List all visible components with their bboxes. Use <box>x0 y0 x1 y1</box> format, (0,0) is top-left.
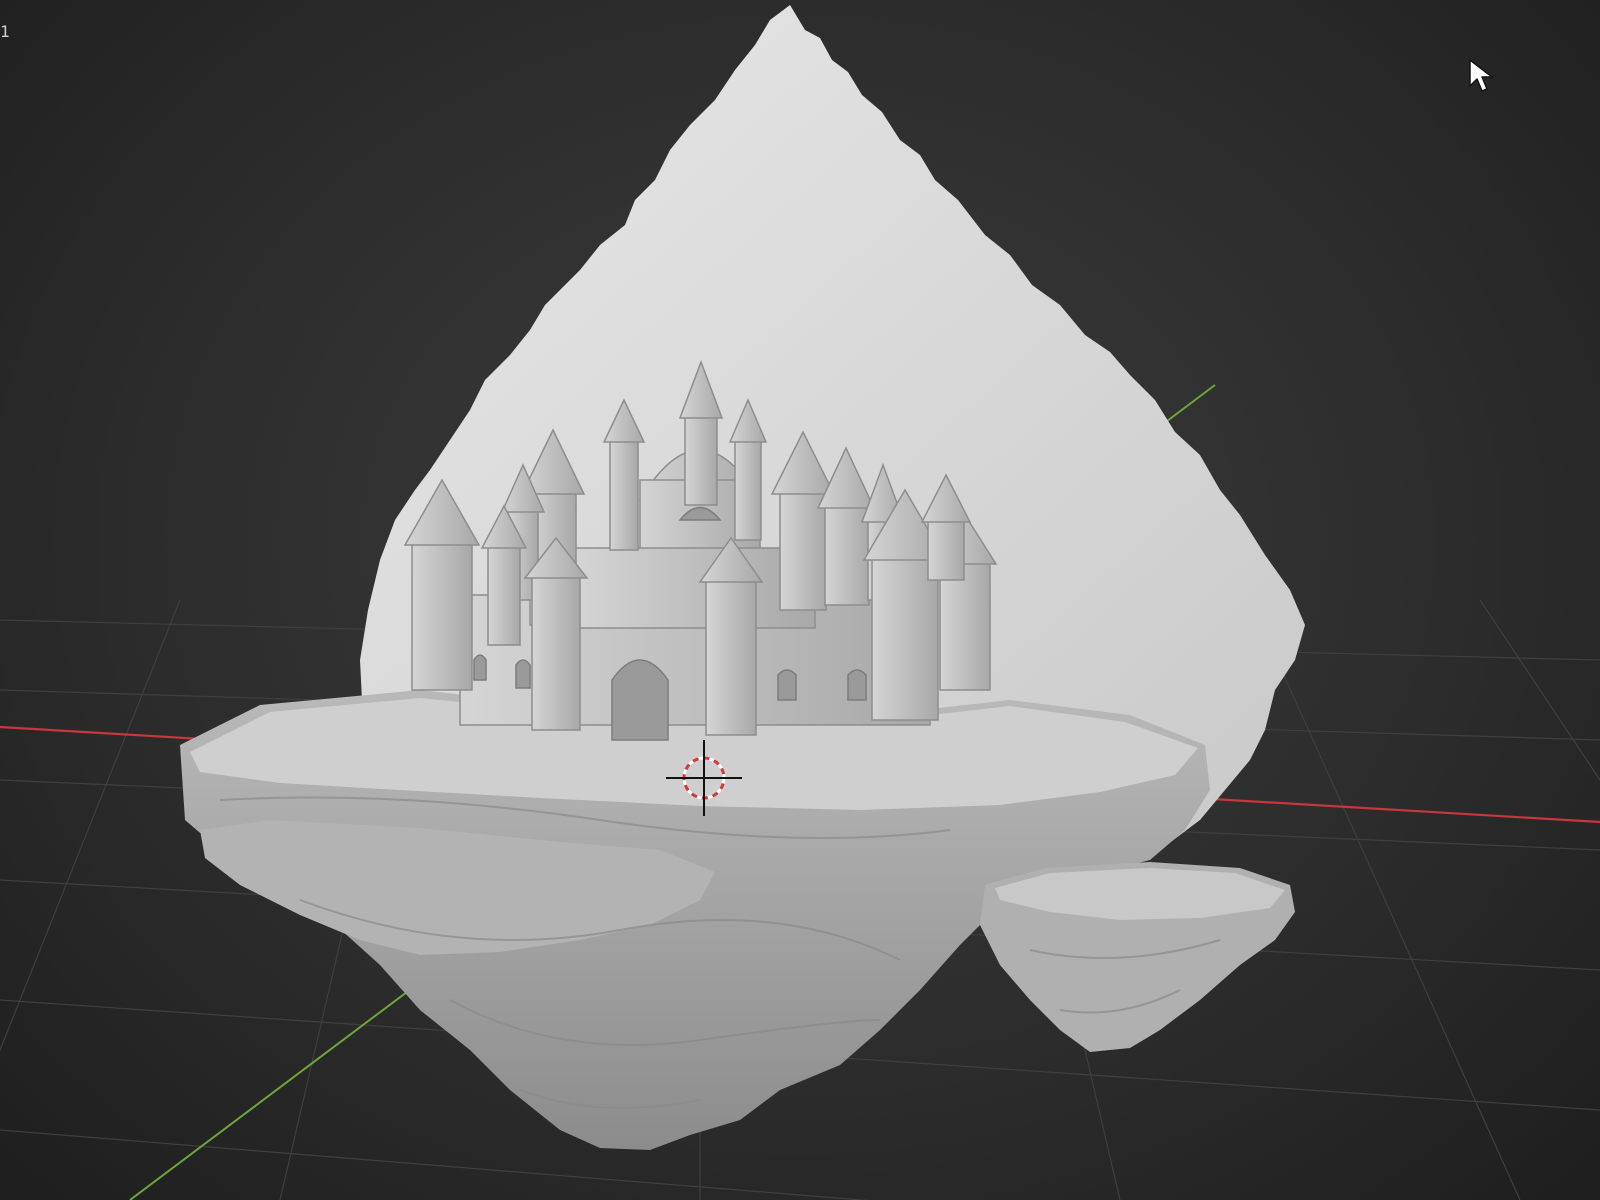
frame-label: 1 <box>0 22 10 41</box>
3d-cursor-icon[interactable] <box>666 740 742 816</box>
3d-viewport[interactable]: 1 <box>0 0 1600 1200</box>
castle-island-model[interactable] <box>0 0 1600 1200</box>
mouse-pointer-icon <box>1469 59 1493 92</box>
